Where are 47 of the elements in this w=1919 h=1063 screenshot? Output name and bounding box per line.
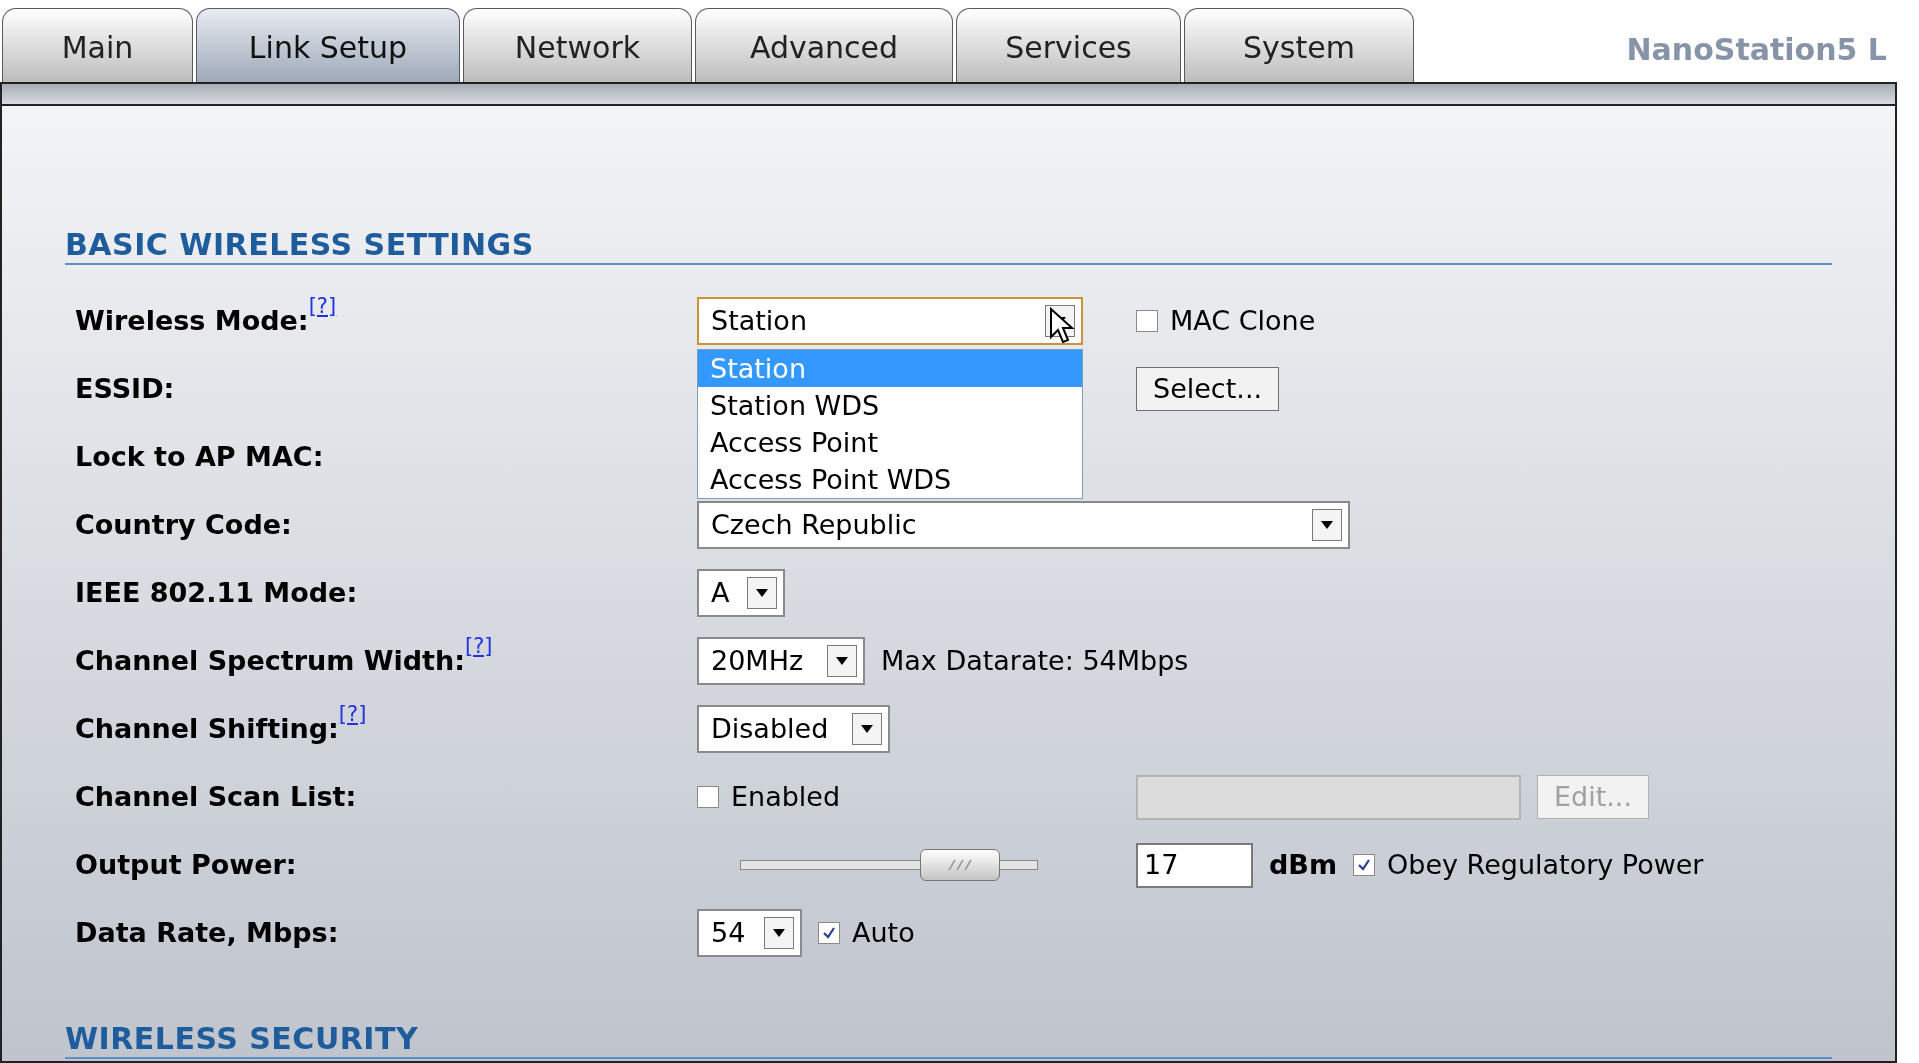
field-label: Channel Spectrum Width: [75,643,466,678]
checkbox[interactable] [1353,854,1376,876]
button[interactable]: Select... [1136,367,1280,411]
unit-label: dBm [1269,847,1338,882]
dropdown-option[interactable]: Access Point WDS [698,461,1082,498]
checkbox[interactable] [818,922,840,944]
tab[interactable]: Network [463,8,692,82]
tab[interactable]: Link Setup [196,8,460,82]
help-link[interactable]: [?] [465,630,493,663]
dropdown-option[interactable]: Station WDS [698,387,1082,424]
tab[interactable]: Advanced [695,8,953,82]
checkbox-label: MAC Clone [1170,303,1316,338]
tab[interactable]: System [1184,8,1414,82]
help-link[interactable]: [?] [338,698,367,731]
tab[interactable]: Services [956,8,1181,82]
slider-thumb[interactable] [920,849,1001,881]
check-icon [1357,858,1372,872]
select-field[interactable]: Disabled [697,705,890,753]
field-label: Country Code: [75,507,292,542]
checkbox-label: Auto [852,915,915,950]
check-icon [822,926,836,940]
select-field[interactable]: 20MHz [697,637,865,685]
select-field[interactable]: 54 [697,909,802,957]
checkbox[interactable] [1136,310,1158,332]
field-label: IEEE 802.11 Mode: [75,575,358,610]
info-text: Max Datarate: 54Mbps [881,643,1189,678]
dropdown-option[interactable]: Access Point [698,424,1082,461]
input-field[interactable]: 17 [1136,842,1253,888]
field-label: Wireless Mode: [75,303,309,338]
field-label: Lock to AP MAC: [75,439,324,474]
field-label: ESSID: [75,371,175,406]
field-label: Data Rate, Mbps: [75,915,339,950]
field-label: Output Power: [75,847,297,882]
section-heading: WIRELESS SECURITY [65,1021,419,1057]
section-heading: BASIC WIRELESS SETTINGS [65,227,534,263]
checkbox-label: Obey Regulatory Power [1387,847,1704,882]
cursor-icon [1049,307,1075,345]
field-label: Channel Scan List: [75,779,357,814]
checkbox-label: Enabled [731,779,841,814]
select-field[interactable]: Czech Republic [697,501,1350,549]
tab[interactable]: Main [2,8,193,82]
field-label: Channel Shifting: [75,711,339,746]
checkbox[interactable] [697,786,719,808]
select-field[interactable]: A [697,569,785,617]
help-link[interactable]: [?] [308,290,337,323]
device-name: NanoStation5 L [1626,31,1887,69]
select-field[interactable]: Station [697,297,1083,345]
